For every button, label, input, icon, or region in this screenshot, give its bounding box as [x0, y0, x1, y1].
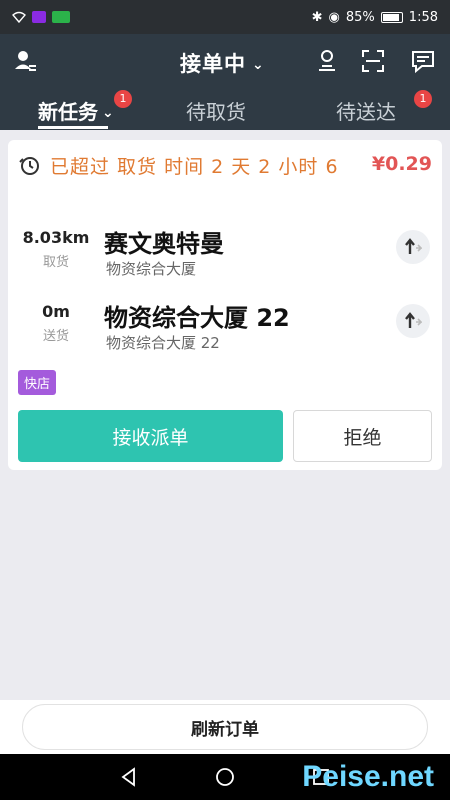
order-card[interactable]: 已超过 取货 时间 2 天 2 小时 6 ¥0.29 8.03km 取货 赛文奥…	[8, 140, 442, 470]
clock-icon	[18, 154, 40, 176]
pickup-stop: 8.03km 取货 赛文奥特曼 物资综合大厦	[8, 228, 442, 288]
tab-new-tasks[interactable]: 新任务 ⌄ 1	[38, 90, 132, 125]
home-icon[interactable]	[214, 766, 236, 788]
scan-icon[interactable]	[360, 48, 386, 74]
chevron-down-icon: ⌄	[102, 105, 114, 121]
status-title[interactable]: 接单中 ⌄	[180, 48, 265, 78]
pickup-distance: 8.03km	[22, 228, 90, 247]
app-notification-icon-2	[52, 11, 70, 23]
accept-order-button[interactable]: 接收派单	[18, 410, 283, 462]
tab-awaiting-delivery[interactable]: 待送达 1	[336, 90, 432, 125]
dropoff-stop: 0m 送货 物资综合大厦 22 物资综合大厦 22	[8, 302, 442, 362]
dropoff-name: 物资综合大厦 22	[104, 304, 290, 332]
app-header: 接单中 ⌄ 新任务 ⌄ 1 待取货 待送达 1	[0, 34, 450, 130]
battery-percent: 85%	[345, 9, 375, 25]
back-icon[interactable]	[118, 766, 140, 788]
pickup-label: 取货	[42, 255, 69, 270]
pickup-navigate-icon[interactable]	[396, 230, 430, 264]
status-title-text: 接单中	[180, 52, 246, 76]
tab-awaiting-pickup[interactable]: 待取货	[186, 96, 246, 125]
reject-order-button[interactable]: 拒绝	[293, 410, 432, 462]
wifi-icon	[12, 11, 26, 24]
app-notification-icon	[32, 11, 46, 23]
order-tabs: 新任务 ⌄ 1 待取货 待送达 1	[0, 90, 450, 130]
pickup-distance-block: 8.03km 取货	[16, 228, 96, 270]
dropoff-navigate-icon[interactable]	[396, 304, 430, 338]
dropoff-address: 物资综合大厦 22	[106, 334, 220, 352]
tab-label: 待取货	[186, 100, 246, 124]
watermark-text: Peise.net	[302, 760, 434, 793]
overdue-row: 已超过 取货 时间 2 天 2 小时 6 ¥0.29	[18, 152, 432, 178]
pickup-name: 赛文奥特曼	[104, 230, 224, 258]
profile-icon[interactable]	[12, 48, 38, 74]
refresh-bar: 刷新订单	[0, 700, 450, 754]
battery-icon	[380, 11, 403, 23]
rider-location-icon[interactable]	[314, 48, 340, 74]
clock-time: 1:58	[408, 9, 438, 25]
chevron-down-icon: ⌄	[252, 57, 265, 73]
overdue-text: 已超过 取货 时间 2 天 2 小时 6	[50, 155, 339, 178]
tab-badge: 1	[114, 90, 132, 108]
pickup-address: 物资综合大厦	[106, 260, 197, 278]
dropoff-distance-block: 0m 送货	[16, 302, 96, 344]
tab-label: 待送达	[336, 100, 396, 124]
tab-label: 新任务	[38, 100, 98, 124]
message-icon[interactable]	[410, 48, 436, 74]
active-tab-indicator	[38, 126, 108, 129]
order-price: ¥0.29	[371, 153, 432, 175]
location-icon: ◉	[328, 9, 340, 25]
store-type-tag: 快店	[18, 370, 57, 395]
bluetooth-icon: ✱	[311, 9, 323, 25]
dropoff-distance: 0m	[42, 302, 70, 321]
refresh-orders-button[interactable]: 刷新订单	[22, 704, 428, 750]
status-bar: ✱ ◉ 85% 1:58	[0, 0, 450, 34]
system-nav-bar: Peise.net	[0, 754, 450, 800]
dropoff-label: 送货	[42, 329, 69, 344]
tab-badge: 1	[414, 90, 432, 108]
